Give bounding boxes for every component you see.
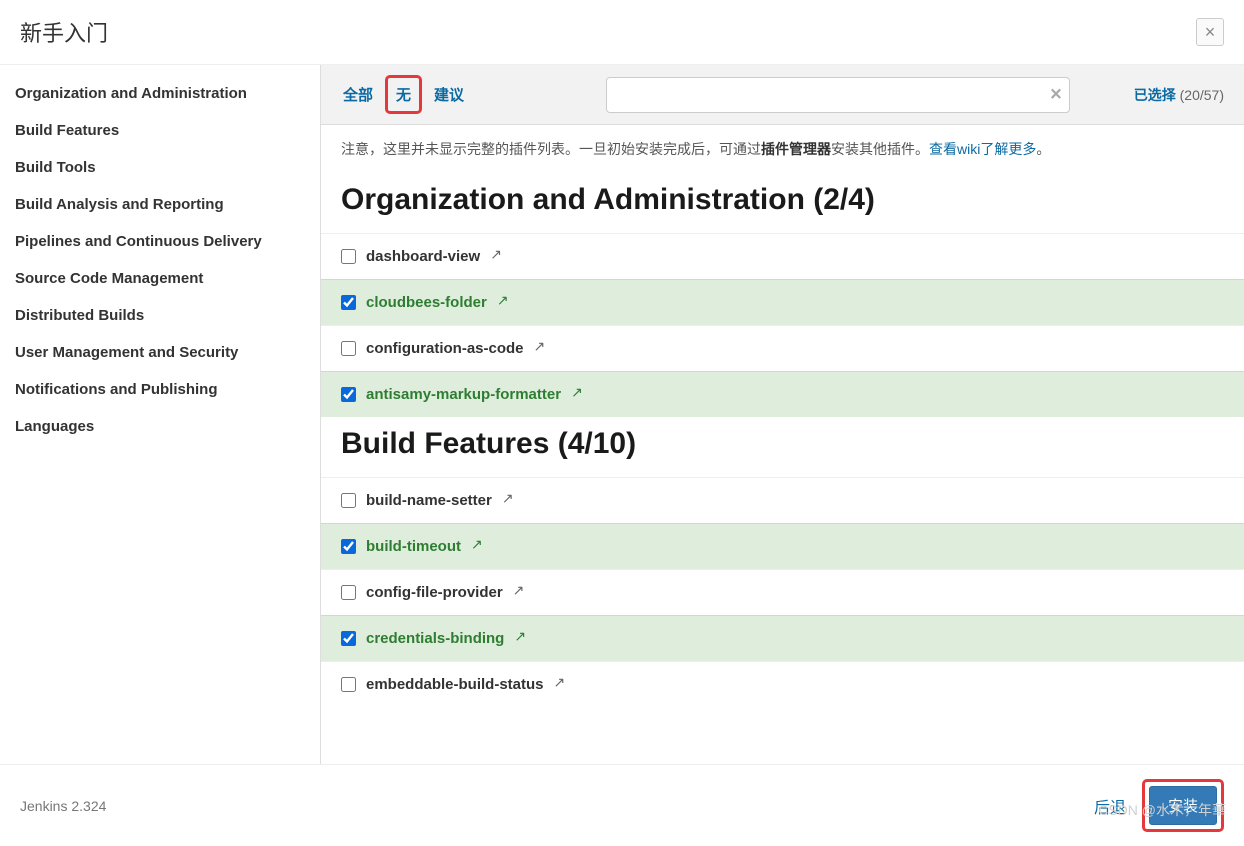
plugin-row-credentials-binding[interactable]: credentials-binding ↗: [321, 615, 1244, 661]
close-button[interactable]: ×: [1196, 18, 1224, 46]
plugin-checkbox[interactable]: [341, 341, 356, 356]
sidebar-item-pipelines[interactable]: Pipelines and Continuous Delivery: [0, 223, 320, 260]
plugin-name: cloudbees-folder: [366, 294, 487, 311]
toolbar: 全部 无 建议 × 已选择 (20/57): [321, 65, 1244, 125]
page-title: 新手入门: [20, 16, 108, 48]
external-link-icon[interactable]: ↗: [571, 384, 583, 401]
plugin-row-configuration-as-code[interactable]: configuration-as-code ↗: [321, 325, 1244, 371]
category-sidebar: Organization and Administration Build Fe…: [0, 65, 320, 764]
plugin-row-config-file-provider[interactable]: config-file-provider ↗: [321, 569, 1244, 615]
selected-count: 已选择 (20/57): [1074, 85, 1230, 105]
plugin-checkbox[interactable]: [341, 387, 356, 402]
plugin-row-build-name-setter[interactable]: build-name-setter ↗: [321, 477, 1244, 523]
selected-label: 已选择: [1134, 87, 1176, 103]
external-link-icon[interactable]: ↗: [471, 536, 483, 553]
plugin-checkbox[interactable]: [341, 295, 356, 310]
section-title-organization: Organization and Administration (2/4): [321, 173, 1244, 233]
notice-end: 。: [1036, 141, 1050, 157]
external-link-icon[interactable]: ↗: [497, 292, 509, 309]
external-link-icon[interactable]: ↗: [514, 628, 526, 645]
install-button[interactable]: 安装: [1149, 786, 1217, 825]
selected-value: (20/57): [1180, 87, 1224, 103]
sidebar-item-organization[interactable]: Organization and Administration: [0, 75, 320, 112]
search-clear-icon[interactable]: ×: [1050, 83, 1062, 106]
plugin-name: antisamy-markup-formatter: [366, 386, 561, 403]
plugin-row-build-timeout[interactable]: build-timeout ↗: [321, 523, 1244, 569]
external-link-icon[interactable]: ↗: [490, 246, 502, 263]
sidebar-item-build-features[interactable]: Build Features: [0, 112, 320, 149]
plugin-name: credentials-binding: [366, 630, 504, 647]
sidebar-item-build-analysis[interactable]: Build Analysis and Reporting: [0, 186, 320, 223]
plugin-row-antisamy[interactable]: antisamy-markup-formatter ↗: [321, 371, 1244, 417]
plugin-checkbox[interactable]: [341, 585, 356, 600]
version-label: Jenkins 2.324: [20, 798, 106, 814]
notice-post: 安装其他插件。: [831, 141, 929, 157]
section-title-build-features: Build Features (4/10): [321, 417, 1244, 477]
sidebar-item-distributed[interactable]: Distributed Builds: [0, 297, 320, 334]
tab-none[interactable]: 无: [385, 75, 422, 114]
sidebar-item-languages[interactable]: Languages: [0, 408, 320, 445]
plugin-checkbox[interactable]: [341, 249, 356, 264]
plugin-checkbox[interactable]: [341, 493, 356, 508]
plugin-name: configuration-as-code: [366, 340, 524, 357]
plugin-checkbox[interactable]: [341, 539, 356, 554]
plugin-name: build-timeout: [366, 538, 461, 555]
sidebar-item-user-mgmt[interactable]: User Management and Security: [0, 334, 320, 371]
external-link-icon[interactable]: ↗: [534, 338, 546, 355]
plugin-list-scroll[interactable]: 注意，这里并未显示完整的插件列表。一旦初始安装完成后，可通过插件管理器安装其他插…: [321, 125, 1244, 764]
plugin-row-embeddable-build-status[interactable]: embeddable-build-status ↗: [321, 661, 1244, 707]
back-button[interactable]: 后退: [1094, 794, 1126, 818]
plugin-checkbox[interactable]: [341, 631, 356, 646]
notice-bold: 插件管理器: [761, 141, 831, 157]
external-link-icon[interactable]: ↗: [513, 582, 525, 599]
plugin-name: config-file-provider: [366, 584, 503, 601]
tab-all[interactable]: 全部: [335, 80, 381, 109]
notice-wiki-link[interactable]: 查看wiki了解更多: [929, 141, 1036, 157]
tab-suggested[interactable]: 建议: [426, 80, 472, 109]
plugin-checkbox[interactable]: [341, 677, 356, 692]
notice-banner: 注意，这里并未显示完整的插件列表。一旦初始安装完成后，可通过插件管理器安装其他插…: [321, 125, 1244, 173]
plugin-row-dashboard-view[interactable]: dashboard-view ↗: [321, 233, 1244, 279]
sidebar-item-scm[interactable]: Source Code Management: [0, 260, 320, 297]
plugin-row-cloudbees-folder[interactable]: cloudbees-folder ↗: [321, 279, 1244, 325]
plugin-name: embeddable-build-status: [366, 676, 544, 693]
notice-pre: 注意，这里并未显示完整的插件列表。一旦初始安装完成后，可通过: [341, 141, 761, 157]
external-link-icon[interactable]: ↗: [554, 674, 566, 691]
plugin-name: build-name-setter: [366, 492, 492, 509]
plugin-name: dashboard-view: [366, 248, 480, 265]
sidebar-item-build-tools[interactable]: Build Tools: [0, 149, 320, 186]
search-input[interactable]: [606, 77, 1070, 113]
sidebar-item-notifications[interactable]: Notifications and Publishing: [0, 371, 320, 408]
external-link-icon[interactable]: ↗: [502, 490, 514, 507]
